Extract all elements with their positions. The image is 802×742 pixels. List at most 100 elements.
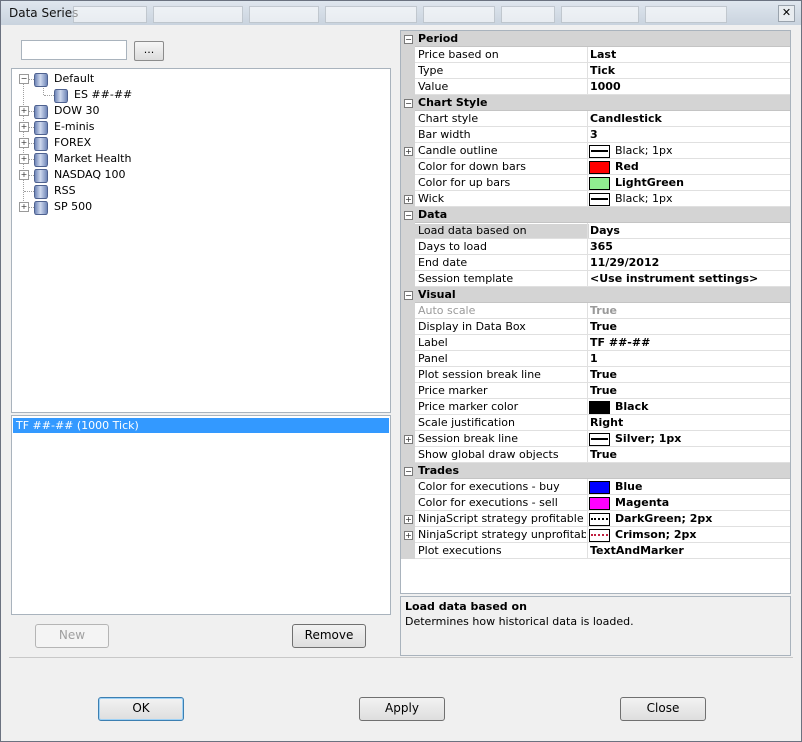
property-row[interactable]: Days to load 365 [401,239,790,255]
property-value[interactable]: Black; 1px [615,192,790,206]
browse-button[interactable]: ... [134,41,164,61]
tree-node[interactable]: − Default [12,71,382,87]
collapse-icon[interactable]: − [404,35,413,44]
property-row[interactable]: Color for down bars Red [401,159,790,175]
property-row[interactable]: Plot executions TextAndMarker [401,543,790,559]
property-value[interactable]: True [590,320,788,334]
property-value[interactable]: LightGreen [615,176,790,190]
property-value[interactable]: Silver; 1px [615,432,790,446]
expand-icon[interactable]: + [404,147,413,156]
collapse-icon[interactable]: − [404,467,413,476]
instrument-tree[interactable]: − Default ES ##-## + DOW 30 + E-minis + FOREX + Ma… [11,68,391,413]
property-value[interactable]: 11/29/2012 [590,256,788,270]
property-row[interactable]: Bar width 3 [401,127,790,143]
expand-icon[interactable]: + [404,515,413,524]
close-button[interactable]: Close [620,697,706,721]
property-row[interactable]: Color for up bars LightGreen [401,175,790,191]
property-value[interactable]: 3 [590,128,788,142]
expand-icon[interactable]: + [404,531,413,540]
collapse-icon[interactable]: − [19,74,29,84]
tree-node[interactable]: + FOREX [12,135,382,151]
property-value[interactable]: TF ##-## [590,336,788,350]
property-row[interactable]: Chart style Candlestick [401,111,790,127]
property-grid[interactable]: − Period Price based on Last Type Tick Value 10… [400,30,791,594]
title-bar[interactable]: Data Series ✕ [1,1,801,25]
property-row[interactable]: Price based on Last [401,47,790,63]
collapse-icon[interactable]: − [404,291,413,300]
collapse-icon[interactable]: − [404,211,413,220]
apply-button[interactable]: Apply [359,697,445,721]
property-value[interactable]: DarkGreen; 2px [615,512,790,526]
property-value[interactable]: True [590,368,788,382]
tree-node[interactable]: + E-minis [12,119,382,135]
property-value[interactable]: Days [590,224,788,238]
property-row[interactable]: Price marker color Black [401,399,790,415]
expand-icon[interactable]: + [19,106,29,116]
category-row[interactable]: − Period [401,31,790,47]
property-value[interactable]: True [590,384,788,398]
category-row[interactable]: − Trades [401,463,790,479]
property-row[interactable]: + NinjaScript strategy profitable trad Dar… [401,511,790,527]
property-value[interactable]: Candlestick [590,112,788,126]
property-value[interactable]: <Use instrument settings> [590,272,788,286]
property-row[interactable]: Color for executions - buy Blue [401,479,790,495]
property-row[interactable]: + Candle outline Black; 1px [401,143,790,159]
property-value[interactable]: Blue [615,480,790,494]
series-list[interactable]: TF ##-## (1000 Tick) [11,415,391,615]
property-row[interactable]: Plot session break line True [401,367,790,383]
tree-node[interactable]: + Market Health [12,151,382,167]
property-row[interactable]: + Session break line Silver; 1px [401,431,790,447]
property-row[interactable]: End date 11/29/2012 [401,255,790,271]
property-value[interactable]: TextAndMarker [590,544,788,558]
property-value[interactable]: 1 [590,352,788,366]
property-row[interactable]: Color for executions - sell Magenta [401,495,790,511]
ok-button[interactable]: OK [98,697,184,721]
property-row[interactable]: Load data based on Days [401,223,790,239]
expand-icon[interactable]: + [19,170,29,180]
remove-button[interactable]: Remove [292,624,366,648]
property-value[interactable]: Tick [590,64,788,78]
property-row[interactable]: Display in Data Box True [401,319,790,335]
property-row[interactable]: Type Tick [401,63,790,79]
tree-node[interactable]: RSS [12,183,382,199]
property-value[interactable]: Black; 1px [615,144,790,158]
property-row[interactable]: + NinjaScript strategy unprofitable tr Cri… [401,527,790,543]
tree-node[interactable]: ES ##-## [12,87,382,103]
new-button[interactable]: New [35,624,109,648]
tree-node[interactable]: + SP 500 [12,199,382,215]
expand-icon[interactable]: + [19,138,29,148]
expand-icon[interactable]: + [404,435,413,444]
property-value[interactable]: Red [615,160,790,174]
property-value[interactable]: Black [615,400,790,414]
property-value[interactable]: Last [590,48,788,62]
expand-icon[interactable]: + [19,154,29,164]
property-row[interactable]: Price marker True [401,383,790,399]
category-row[interactable]: − Chart Style [401,95,790,111]
instrument-search-input[interactable] [21,40,127,60]
property-value[interactable]: Right [590,416,788,430]
category-row[interactable]: − Data [401,207,790,223]
property-value[interactable]: Crimson; 2px [615,528,790,542]
expand-icon[interactable]: + [19,202,29,212]
property-value[interactable]: Magenta [615,496,790,510]
close-icon[interactable]: ✕ [778,5,795,22]
property-row[interactable]: Label TF ##-## [401,335,790,351]
property-row[interactable]: Scale justification Right [401,415,790,431]
property-row[interactable]: Panel 1 [401,351,790,367]
property-value[interactable]: 365 [590,240,788,254]
expand-icon[interactable]: + [19,122,29,132]
property-value[interactable]: 1000 [590,80,788,94]
expand-icon[interactable]: + [404,195,413,204]
property-row[interactable]: Show global draw objects True [401,447,790,463]
property-row[interactable]: + Wick Black; 1px [401,191,790,207]
property-row[interactable]: Value 1000 [401,79,790,95]
series-list-item[interactable]: TF ##-## (1000 Tick) [13,418,389,433]
tree-node[interactable]: + NASDAQ 100 [12,167,382,183]
property-value[interactable]: True [590,448,788,462]
collapse-icon[interactable]: − [404,99,413,108]
tree-node[interactable]: + DOW 30 [12,103,382,119]
property-row[interactable]: Session template <Use instrument settings… [401,271,790,287]
property-value[interactable]: True [590,304,788,318]
property-row[interactable]: Auto scale True [401,303,790,319]
category-row[interactable]: − Visual [401,287,790,303]
